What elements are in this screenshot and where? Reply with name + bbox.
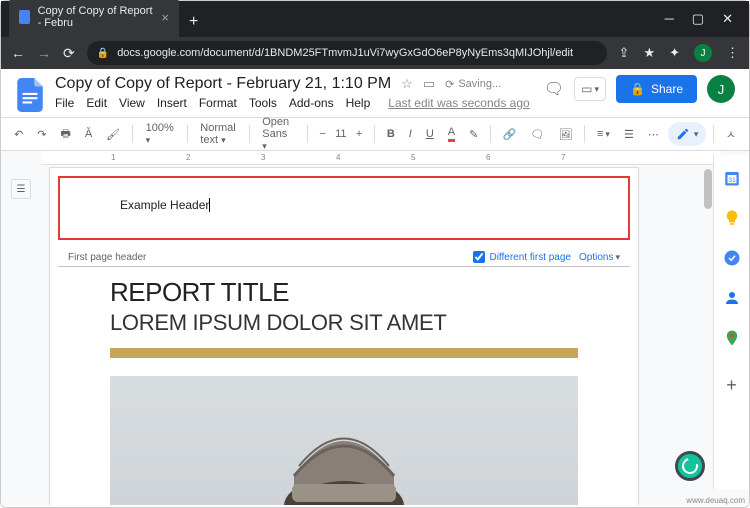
increase-font-icon[interactable]: +	[351, 124, 367, 144]
insert-comment-icon[interactable]: 🗨	[526, 124, 550, 145]
highlight-icon[interactable]: ✎	[464, 124, 483, 145]
docs-logo-icon[interactable]	[15, 75, 45, 115]
spellcheck-icon[interactable]: Ă	[80, 124, 97, 144]
reload-icon[interactable]: ⟳	[63, 45, 75, 62]
contacts-icon[interactable]	[723, 289, 741, 307]
cloud-sync-icon: ⟳	[445, 78, 454, 91]
divider-bar	[110, 348, 578, 358]
font-select[interactable]: Open Sans ▾	[256, 112, 300, 156]
svg-text:31: 31	[728, 177, 736, 184]
add-addon-icon[interactable]: +	[726, 375, 737, 396]
redo-icon[interactable]: ↷	[32, 124, 51, 145]
lock-icon: 🔒	[97, 48, 109, 59]
close-tab-icon[interactable]: ×	[161, 10, 169, 25]
menu-file[interactable]: File	[55, 96, 74, 110]
docs-header: Copy of Copy of Report - February 21, 1:…	[1, 69, 749, 117]
header-label: First page header	[68, 252, 146, 263]
header-text[interactable]: Example Header	[120, 198, 209, 212]
more-icon[interactable]: ⋯	[643, 124, 664, 145]
chevron-down-icon: ▾	[694, 129, 699, 140]
text-color-icon[interactable]: A	[443, 122, 460, 146]
comment-history-icon[interactable]: 🗨	[544, 79, 564, 99]
outline-toggle-icon[interactable]: ☰	[11, 179, 31, 199]
menu-view[interactable]: View	[119, 96, 145, 110]
insert-link-icon[interactable]: 🔗	[498, 124, 522, 145]
share-button[interactable]: 🔒 Share	[616, 75, 697, 103]
line-spacing-icon[interactable]: ☰	[619, 124, 639, 145]
document-body[interactable]: REPORT TITLE LOREM IPSUM DOLOR SIT AMET	[50, 267, 638, 505]
document-area: 1 2 3 4 5 6 7 ☰ Example Header First pag…	[1, 151, 749, 505]
document-page[interactable]: Example Header First page header Differe…	[49, 167, 639, 505]
url-input[interactable]: 🔒 docs.google.com/document/d/1BNDM25FTmv…	[87, 41, 607, 65]
menu-help[interactable]: Help	[346, 96, 371, 110]
zoom-select[interactable]: 100% ▾	[140, 118, 180, 150]
extensions-icon[interactable]: ✦	[669, 45, 680, 61]
window-controls: ─ ▢ ✕	[665, 11, 741, 37]
italic-icon[interactable]: I	[404, 124, 417, 144]
menu-insert[interactable]: Insert	[157, 96, 187, 110]
maps-icon[interactable]	[723, 329, 741, 347]
underline-icon[interactable]: U	[421, 124, 439, 144]
paint-format-icon[interactable]: 🖌	[101, 124, 125, 145]
chevron-down-icon: ▾	[594, 84, 599, 95]
minimize-icon[interactable]: ─	[665, 11, 674, 27]
document-title[interactable]: Copy of Copy of Report - February 21, 1:…	[55, 75, 391, 93]
decrease-font-icon[interactable]: −	[314, 124, 330, 144]
menu-format[interactable]: Format	[199, 96, 237, 110]
browser-profile-avatar[interactable]: J	[694, 44, 712, 62]
new-tab-button[interactable]: +	[179, 7, 208, 37]
maximize-icon[interactable]: ▢	[692, 11, 704, 27]
star-icon[interactable]: ☆	[401, 76, 413, 92]
share-url-icon[interactable]: ⇪	[619, 45, 630, 61]
url-text: docs.google.com/document/d/1BNDM25FTmvmJ…	[117, 47, 573, 59]
header-editing-zone[interactable]: Example Header	[58, 176, 630, 240]
present-button[interactable]: ▭ ▾	[574, 77, 606, 101]
forward-icon: →	[37, 45, 51, 61]
lock-share-icon: 🔒	[630, 82, 645, 96]
formatting-toolbar: ↶ ↷ 🖶 Ă 🖌 100% ▾ Normal text ▾ Open Sans…	[1, 117, 749, 151]
undo-icon[interactable]: ↶	[9, 124, 28, 145]
docs-favicon	[19, 10, 30, 24]
bold-icon[interactable]: B	[382, 124, 400, 144]
insert-image-icon[interactable]: 🖼	[554, 124, 578, 145]
tab-title: Copy of Copy of Report - Febru	[38, 5, 154, 29]
close-window-icon[interactable]: ✕	[722, 11, 733, 27]
browser-tab[interactable]: Copy of Copy of Report - Febru ×	[9, 0, 179, 37]
present-icon: ▭	[581, 82, 592, 96]
align-icon[interactable]: ≡ ▾	[592, 124, 615, 144]
tasks-icon[interactable]	[723, 249, 741, 267]
saving-status: ⟳ Saving...	[445, 78, 501, 91]
editing-mode-button[interactable]: ▾	[668, 122, 707, 146]
report-subtitle[interactable]: LOREM IPSUM DOLOR SIT AMET	[110, 310, 578, 336]
browser-address-bar: ← → ⟳ 🔒 docs.google.com/document/d/1BNDM…	[1, 37, 749, 69]
font-size-input[interactable]: 11	[335, 128, 347, 140]
horizontal-ruler[interactable]: 1 2 3 4 5 6 7	[41, 151, 721, 165]
browser-menu-icon[interactable]: ⋮	[726, 45, 739, 61]
calendar-icon[interactable]: 31	[723, 169, 741, 187]
header-options-button[interactable]: Options ▾	[579, 252, 620, 263]
browser-tab-strip: Copy of Copy of Report - Febru × + ─ ▢ ✕	[1, 1, 749, 37]
side-panel: 31 +	[713, 155, 749, 489]
report-title[interactable]: REPORT TITLE	[110, 277, 578, 308]
move-icon[interactable]: ▭	[423, 76, 435, 92]
hide-menus-icon[interactable]: ㅅ	[721, 122, 741, 146]
last-edit-link[interactable]: Last edit was seconds ago	[388, 96, 529, 110]
hero-image[interactable]	[110, 376, 578, 505]
different-first-page-checkbox[interactable]: Different first page	[473, 251, 571, 263]
grammarly-icon[interactable]	[675, 451, 705, 481]
keep-icon[interactable]	[723, 209, 741, 227]
header-options-bar: First page header Different first page O…	[58, 248, 630, 267]
menu-tools[interactable]: Tools	[249, 96, 277, 110]
vertical-scrollbar[interactable]	[704, 169, 712, 209]
menu-bar: File Edit View Insert Format Tools Add-o…	[55, 93, 534, 110]
back-icon[interactable]: ←	[11, 45, 25, 61]
menu-edit[interactable]: Edit	[86, 96, 107, 110]
bookmark-icon[interactable]: ★	[643, 45, 655, 61]
menu-addons[interactable]: Add-ons	[289, 96, 334, 110]
watermark: www.deuaq.com	[686, 496, 745, 505]
paragraph-style-select[interactable]: Normal text ▾	[194, 118, 241, 150]
print-icon[interactable]: 🖶	[55, 121, 75, 148]
account-avatar[interactable]: J	[707, 75, 735, 103]
